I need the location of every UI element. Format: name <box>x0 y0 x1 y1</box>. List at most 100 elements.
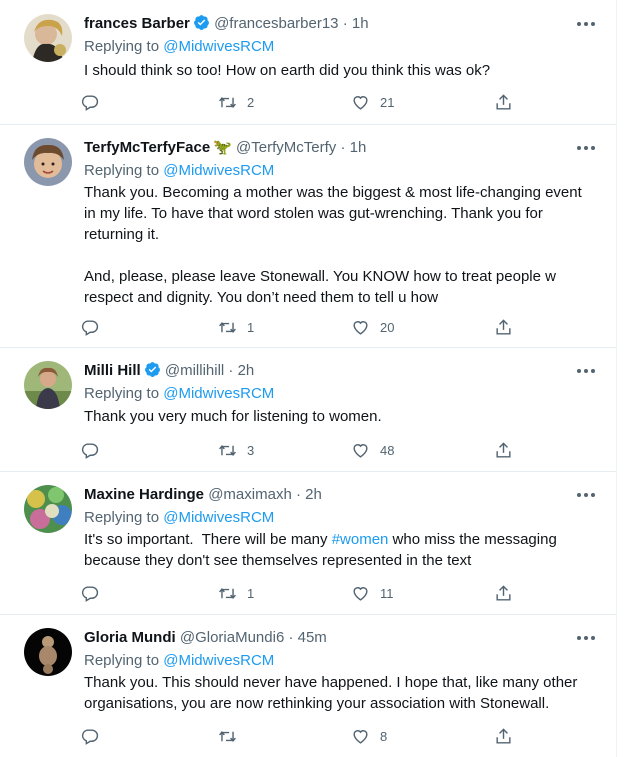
replying-to-handle-link[interactable]: @MidwivesRCM <box>163 38 274 55</box>
share-icon <box>496 441 511 458</box>
replying-to: Replying to @MidwivesRCM <box>84 161 274 181</box>
timestamp[interactable]: 2h <box>238 362 255 379</box>
timestamp[interactable]: 1h <box>350 139 367 156</box>
like-icon <box>353 320 368 335</box>
tweet-text-line: Thank you. Becoming a mother was the big… <box>84 184 582 201</box>
replying-to-label: Replying to <box>84 652 160 669</box>
replying-to-handle-link[interactable]: @MidwivesRCM <box>163 509 274 526</box>
tweet-text-line: because they don't see themselves repres… <box>84 552 472 569</box>
separator-dot: · <box>228 362 234 379</box>
avatar[interactable] <box>24 628 72 676</box>
display-name[interactable]: Gloria Mundi <box>84 629 176 646</box>
tweet-text: Thank you. Becoming a mother was the big… <box>84 182 604 308</box>
tweet-terfymcterfyface[interactable]: TerfyMcTerfyFace 🦖 @TerfyMcTerfy · 1h Rep… <box>0 124 616 348</box>
separator-dot: · <box>342 15 348 32</box>
like-button[interactable]: 8 <box>351 724 387 748</box>
share-button[interactable] <box>494 438 513 462</box>
like-count: 8 <box>380 728 388 744</box>
separator-dot: · <box>340 139 346 156</box>
like-count: 48 <box>380 442 395 458</box>
tweet-text-line: returning it. <box>84 226 160 243</box>
retweet-button[interactable]: 1 <box>218 581 254 605</box>
like-count: 20 <box>380 319 395 335</box>
retweet-button[interactable] <box>218 724 247 748</box>
replying-to-label: Replying to <box>84 38 160 55</box>
more-options-icon[interactable] <box>570 361 602 381</box>
like-icon <box>353 729 368 744</box>
display-name[interactable]: TerfyMcTerfyFace <box>84 139 210 156</box>
tweet-header: Gloria Mundi @GloriaMundi6 · 45m <box>84 628 327 648</box>
tweet-text-line: Thank you very much for listening to wom… <box>84 408 382 425</box>
like-count: 11 <box>380 585 394 601</box>
reply-button[interactable] <box>80 438 109 462</box>
reply-icon <box>81 585 99 602</box>
replying-to-handle-link[interactable]: @MidwivesRCM <box>163 162 274 179</box>
reply-button[interactable] <box>80 581 109 605</box>
tweet-frances-barber[interactable]: frances Barber @francesbarber13 · 1h Rep… <box>0 0 616 125</box>
user-handle[interactable]: @GloriaMundi6 <box>180 629 284 646</box>
like-icon <box>353 443 368 458</box>
verified-badge-icon <box>144 361 161 384</box>
replying-to: Replying to @MidwivesRCM <box>84 37 274 57</box>
display-name[interactable]: Milli Hill <box>84 362 141 379</box>
more-options-icon[interactable] <box>570 628 602 648</box>
more-options-icon[interactable] <box>570 14 602 34</box>
timestamp[interactable]: 45m <box>298 629 327 646</box>
retweet-button[interactable]: 3 <box>218 438 254 462</box>
like-count: 21 <box>380 94 395 110</box>
share-button[interactable] <box>494 315 513 339</box>
like-button[interactable]: 21 <box>351 90 394 114</box>
tweet-actions: 3 48 <box>80 438 520 462</box>
user-handle[interactable]: @millihill <box>165 362 224 379</box>
share-icon <box>496 318 511 335</box>
retweet-button[interactable]: 2 <box>218 90 254 114</box>
timestamp[interactable]: 2h <box>305 486 322 503</box>
reply-thread: frances Barber @francesbarber13 · 1h Rep… <box>0 0 617 757</box>
tweet-milli-hill[interactable]: Milli Hill @millihill · 2h Replying to @… <box>0 347 616 472</box>
share-button[interactable] <box>494 581 513 605</box>
like-button[interactable]: 11 <box>351 581 394 605</box>
retweet-count: 1 <box>247 585 255 601</box>
separator-dot: · <box>288 629 294 646</box>
user-handle[interactable]: @maximaxh <box>208 486 292 503</box>
avatar[interactable] <box>24 361 72 409</box>
like-button[interactable]: 20 <box>351 315 394 339</box>
avatar[interactable] <box>24 138 72 186</box>
tweet-text-line: It's so important. There will be many #w… <box>84 529 604 550</box>
tweet-text-line: organisations, you are now rethinking yo… <box>84 695 550 712</box>
replying-to-label: Replying to <box>84 385 160 402</box>
display-name[interactable]: frances Barber <box>84 15 190 32</box>
like-button[interactable]: 48 <box>351 438 394 462</box>
display-name[interactable]: Maxine Hardinge <box>84 486 204 503</box>
avatar[interactable] <box>24 14 72 62</box>
timestamp[interactable]: 1h <box>352 15 369 32</box>
more-options-icon[interactable] <box>570 485 602 505</box>
tweet-gloria-mundi[interactable]: Gloria Mundi @GloriaMundi6 · 45m Replyin… <box>0 614 616 757</box>
replying-to-label: Replying to <box>84 162 160 179</box>
share-button[interactable] <box>494 90 513 114</box>
reply-icon <box>81 319 99 336</box>
replying-to: Replying to @MidwivesRCM <box>84 508 274 528</box>
user-handle[interactable]: @TerfyMcTerfy <box>236 139 336 156</box>
tweet-text-segment: It's so important. There will be many <box>84 531 332 548</box>
retweet-icon <box>219 96 236 108</box>
tweet-text-line: And, please, please leave Stonewall. You… <box>84 268 556 285</box>
share-icon <box>496 584 511 601</box>
reply-button[interactable] <box>80 724 109 748</box>
verified-badge-icon <box>193 14 210 37</box>
avatar[interactable] <box>24 485 72 533</box>
replying-to-handle-link[interactable]: @MidwivesRCM <box>163 652 274 669</box>
reply-button[interactable] <box>80 90 109 114</box>
tweet-header: Milli Hill @millihill · 2h <box>84 361 254 384</box>
replying-to: Replying to @MidwivesRCM <box>84 384 274 404</box>
reply-button[interactable] <box>80 315 109 339</box>
share-button[interactable] <box>494 724 513 748</box>
like-icon <box>353 95 368 110</box>
replying-to-handle-link[interactable]: @MidwivesRCM <box>163 385 274 402</box>
user-handle[interactable]: @francesbarber13 <box>214 15 338 32</box>
more-options-icon[interactable] <box>570 138 602 158</box>
tweet-maxine-hardinge[interactable]: Maxine Hardinge @maximaxh · 2h Replying … <box>0 471 616 615</box>
hashtag-link[interactable]: #women <box>332 531 389 548</box>
retweet-button[interactable]: 1 <box>218 315 254 339</box>
